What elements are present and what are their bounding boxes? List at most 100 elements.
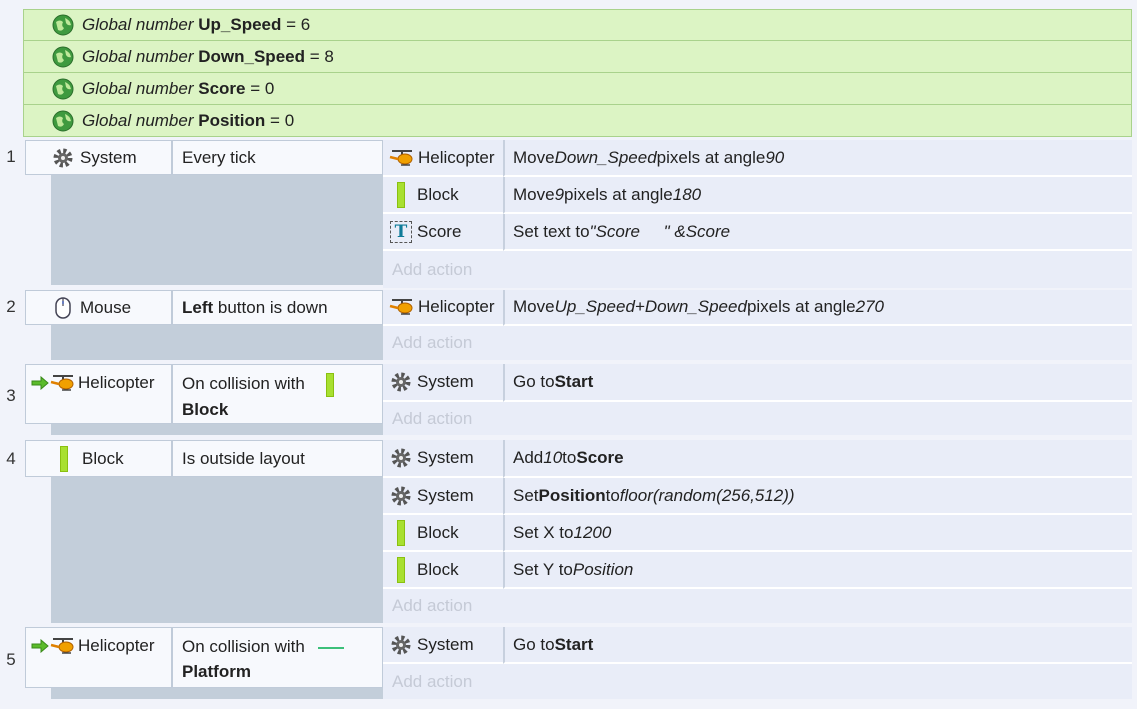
action-object[interactable]: Helicopter <box>383 140 503 177</box>
condition-object[interactable]: Helicopter <box>25 364 172 424</box>
action-object[interactable]: System <box>383 364 503 402</box>
action-object-label: System <box>417 634 474 654</box>
action-text[interactable]: Set Position to floor(random(256,512)) <box>503 478 1132 515</box>
action-object[interactable]: System <box>383 627 503 664</box>
action-object-label: System <box>417 448 474 467</box>
event-number: 5 <box>6 650 16 669</box>
action-object[interactable]: Block <box>383 515 503 552</box>
action-param: 1200 <box>573 522 612 542</box>
condition-object[interactable]: Block <box>25 440 172 477</box>
action-part: Set text to <box>513 221 590 241</box>
action-param: Start <box>554 372 594 391</box>
globe-icon <box>52 78 74 99</box>
condition-object[interactable]: Helicopter <box>25 627 172 688</box>
action-part: to <box>605 485 620 505</box>
gear-icon <box>53 148 73 167</box>
add-action-link[interactable]: Add action <box>383 589 1132 623</box>
action-object-label: System <box>417 372 474 391</box>
condition-label: Every tick <box>182 148 256 167</box>
helicopter-icon <box>50 375 74 391</box>
global-variable-up-speed[interactable]: Global number Up_Speed = 6 <box>23 9 1132 41</box>
action-text[interactable]: Set Y to Position <box>503 552 1132 589</box>
add-action-link[interactable]: Add action <box>383 251 1132 288</box>
globe-icon <box>52 46 74 67</box>
event-number: 4 <box>6 449 16 468</box>
globe-icon <box>52 14 74 36</box>
mouse-icon <box>55 296 71 319</box>
global-value: 6 <box>300 15 311 34</box>
block-sprite-icon <box>397 556 405 583</box>
action-part: Set <box>513 485 539 505</box>
equals-sign: = <box>270 110 280 130</box>
helicopter-icon <box>389 299 413 315</box>
global-variable-down-speed[interactable]: Global number Down_Speed = 8 <box>23 41 1132 73</box>
platform-sprite-icon <box>317 646 344 649</box>
global-variable-position[interactable]: Global number Position = 0 <box>23 105 1132 137</box>
block-sprite-icon <box>397 181 405 208</box>
action-object-label: Block <box>417 522 459 542</box>
condition-text[interactable]: Is outside layout <box>172 440 383 477</box>
equals-sign: = <box>309 46 320 66</box>
action-object-label: Block <box>417 184 459 204</box>
trigger-arrow-icon <box>31 639 49 653</box>
condition-text[interactable]: On collision with Block <box>172 364 383 424</box>
add-action-link[interactable]: Add action <box>383 326 1132 360</box>
action-part: Move <box>513 297 555 316</box>
condition-object[interactable]: Mouse <box>25 290 172 325</box>
condition-param: Left <box>182 298 214 317</box>
global-name: Score <box>198 78 246 98</box>
action-object[interactable]: System <box>383 440 503 478</box>
action-text[interactable]: Go to Start <box>503 364 1132 402</box>
action-text[interactable]: Move Up_Speed+Down_Speed pixels at angle… <box>503 290 1132 326</box>
condition-text[interactable]: Every tick <box>172 140 383 175</box>
condition-label: Is outside layout <box>182 449 305 468</box>
global-value: 8 <box>324 46 334 66</box>
action-param: 90 <box>765 147 785 167</box>
action-object[interactable]: System <box>383 478 503 515</box>
action-object[interactable]: Block <box>383 177 503 214</box>
action-object[interactable]: Block <box>383 552 503 589</box>
action-param: Down_Speed <box>554 147 657 167</box>
add-action-link[interactable]: Add action <box>383 402 1132 435</box>
equals-sign: = <box>250 78 261 98</box>
action-part: Go to <box>513 634 555 654</box>
block-sprite-icon <box>325 372 334 397</box>
action-part: Move <box>513 184 555 204</box>
global-value: 0 <box>284 110 295 130</box>
event-number: 2 <box>6 297 16 316</box>
action-text[interactable]: Set X to 1200 <box>503 515 1132 552</box>
action-param: "Score " &Score <box>589 221 731 241</box>
global-kind: Global number <box>82 46 194 66</box>
action-text[interactable]: Move 9 pixels at angle 180 <box>503 177 1132 214</box>
condition-object-label: Helicopter <box>78 373 155 392</box>
global-variable-score[interactable]: Global number Score = 0 <box>23 73 1132 105</box>
action-param: floor(random(256,512)) <box>619 485 795 505</box>
action-text[interactable]: Set text to "Score " &Score <box>503 214 1132 251</box>
equals-sign: = <box>286 15 297 34</box>
condition-label: On collision with <box>182 637 305 656</box>
condition-object[interactable]: System <box>25 140 172 175</box>
action-object[interactable]: T Score <box>383 214 503 251</box>
condition-object-label: Mouse <box>80 297 132 317</box>
condition-param: Platform <box>182 662 251 681</box>
action-object[interactable]: Helicopter <box>383 290 503 326</box>
condition-text[interactable]: On collision with Platform <box>172 627 383 688</box>
action-text[interactable]: Go to Start <box>503 627 1132 664</box>
action-object-label: Block <box>417 559 459 579</box>
global-name: Up_Speed <box>198 15 282 34</box>
action-param: Position <box>572 559 634 579</box>
add-action-link[interactable]: Add action <box>383 664 1132 699</box>
global-kind: Global number <box>82 110 194 130</box>
action-param: Up_Speed+Down_Speed <box>554 297 747 316</box>
condition-label: On collision with <box>182 374 305 393</box>
action-param: 270 <box>855 297 884 316</box>
global-kind: Global number <box>82 15 194 34</box>
global-name: Down_Speed <box>198 46 305 66</box>
condition-text[interactable]: Left button is down <box>172 290 383 325</box>
action-text[interactable]: Add 10 to Score <box>503 440 1132 478</box>
action-part: pixels at angle <box>746 297 856 316</box>
gear-icon <box>391 448 411 468</box>
condition-param: Block <box>182 399 229 419</box>
action-part: Go to <box>513 372 555 391</box>
action-text[interactable]: Move Down_Speed pixels at angle 90 <box>503 140 1132 177</box>
